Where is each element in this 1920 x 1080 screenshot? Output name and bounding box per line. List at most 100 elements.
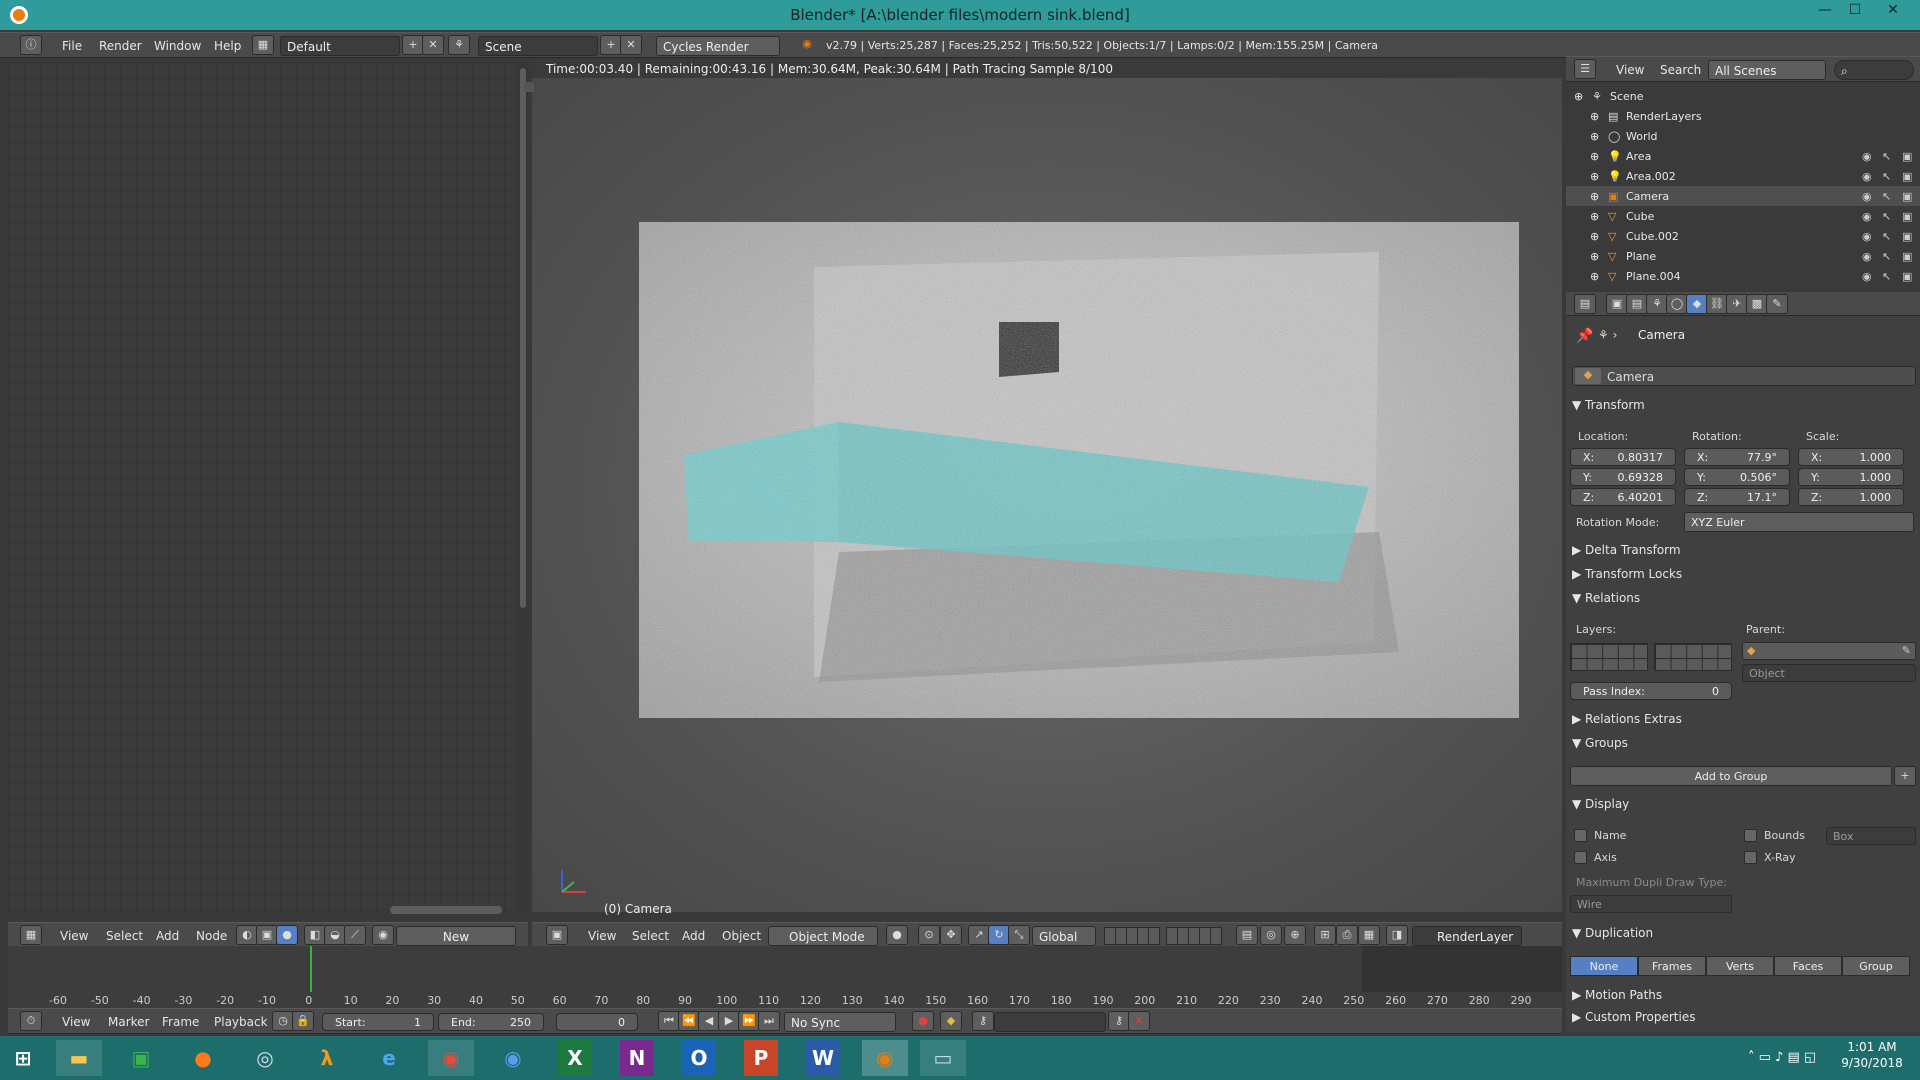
- expand-icon[interactable]: ⊕: [1590, 250, 1599, 263]
- editor-type-icon[interactable]: ⓘ: [20, 35, 42, 55]
- select-arrow-icon[interactable]: ↖: [1882, 270, 1891, 283]
- translate-manip-icon[interactable]: ↗: [968, 925, 990, 945]
- keying-icon[interactable]: ◆: [940, 1011, 962, 1031]
- node-editor-scrollbar[interactable]: [520, 68, 526, 608]
- select-arrow-icon[interactable]: ↖: [1882, 150, 1891, 163]
- add-layout-icon[interactable]: +: [402, 35, 424, 55]
- snap-icon[interactable]: ⊕: [1284, 925, 1306, 945]
- rotation-mode-select[interactable]: XYZ Euler: [1684, 512, 1914, 532]
- add-scene-icon[interactable]: +: [600, 35, 622, 55]
- rotation-field[interactable]: Z: 17.1°: [1684, 488, 1790, 506]
- remove-layout-icon[interactable]: ✕: [422, 35, 444, 55]
- jump-end-icon[interactable]: ⏭: [758, 1011, 780, 1031]
- play-icon[interactable]: ▶: [718, 1011, 740, 1031]
- play-reverse-icon[interactable]: ◀: [698, 1011, 720, 1031]
- duplication-panel-header[interactable]: ▼ Duplication: [1572, 926, 1653, 940]
- display-bounds-checkbox[interactable]: [1744, 829, 1757, 842]
- jump-keyframe-forward-icon[interactable]: ⏩: [738, 1011, 760, 1031]
- select-arrow-icon[interactable]: ↖: [1882, 210, 1891, 223]
- expand-icon[interactable]: ⊕: [1590, 230, 1599, 243]
- pass-index-field[interactable]: Pass Index: 0: [1570, 682, 1732, 700]
- close-button[interactable]: ✕: [1880, 2, 1906, 26]
- layout-select[interactable]: Default: [280, 36, 400, 56]
- object-shader-icon[interactable]: ◧: [304, 925, 326, 945]
- render-camera-icon[interactable]: ▣: [1902, 150, 1912, 163]
- jump-start-icon[interactable]: ⏮: [658, 1011, 680, 1031]
- object-layers-grid-b[interactable]: [1654, 643, 1732, 671]
- new-material-button[interactable]: New: [396, 926, 516, 946]
- add-to-group-button[interactable]: Add to Group: [1570, 766, 1892, 786]
- vp-menu-add[interactable]: Add: [682, 929, 705, 943]
- sync-mode-select[interactable]: No Sync: [784, 1012, 896, 1032]
- outliner-item[interactable]: ⊕ 💡 Area.002 ◉ ↖ ▣: [1566, 166, 1920, 186]
- select-arrow-icon[interactable]: ↖: [1882, 250, 1891, 263]
- duplication-option-button[interactable]: None: [1570, 956, 1638, 976]
- tl-menu-playback[interactable]: Playback: [214, 1015, 268, 1029]
- layers-tab-icon[interactable]: ▤: [1626, 294, 1648, 314]
- chrome-canary-icon[interactable]: ◉: [490, 1040, 536, 1076]
- relations-extras-panel[interactable]: ▶ Relations Extras: [1572, 712, 1682, 726]
- window-app-icon[interactable]: ▭: [920, 1040, 966, 1076]
- node-menu-add[interactable]: Add: [156, 929, 179, 943]
- render-layer-select[interactable]: RenderLayer: [1412, 926, 1522, 946]
- texture-type-icon[interactable]: ▣: [256, 925, 278, 945]
- pivot-point-icon[interactable]: ⊙: [918, 925, 940, 945]
- render-camera-icon[interactable]: ▣: [1902, 250, 1912, 263]
- node-editor[interactable]: [8, 62, 514, 912]
- expand-icon[interactable]: ⊕: [1590, 190, 1599, 203]
- render-pass-icon[interactable]: ◨: [1386, 925, 1408, 945]
- scene-tab-icon[interactable]: ⚘: [1646, 294, 1668, 314]
- opengl-anim-icon[interactable]: ▦: [1358, 925, 1380, 945]
- data-tab-icon[interactable]: ✈: [1726, 294, 1748, 314]
- scene-icon[interactable]: ⚘: [448, 35, 470, 55]
- render-camera-icon[interactable]: ▣: [1902, 190, 1912, 203]
- object-layers-grid-a[interactable]: [1570, 643, 1648, 671]
- expand-icon[interactable]: ⊕: [1590, 210, 1599, 223]
- outliner-item[interactable]: ⊕ ▽ Plane.004 ◉ ↖ ▣: [1566, 266, 1920, 286]
- vp-menu-object[interactable]: Object: [722, 929, 761, 943]
- outliner-item[interactable]: ⊕ ▽ Cube.002 ◉ ↖ ▣: [1566, 226, 1920, 246]
- end-frame-field[interactable]: End: 250: [438, 1013, 544, 1031]
- render-engine-select[interactable]: Cycles Render: [656, 36, 780, 56]
- preview-range-icon[interactable]: ◷: [272, 1011, 294, 1031]
- render-camera-icon[interactable]: ▣: [1902, 170, 1912, 183]
- scene-layers-b[interactable]: [1166, 927, 1222, 945]
- insert-keyframe-icon[interactable]: ⚷: [1108, 1011, 1130, 1031]
- visibility-eye-icon[interactable]: ◉: [1862, 230, 1872, 243]
- file-explorer-icon[interactable]: ▬: [56, 1040, 102, 1076]
- jump-keyframe-back-icon[interactable]: ⏪: [678, 1011, 700, 1031]
- chrome-icon[interactable]: ◉: [428, 1040, 474, 1076]
- blender-taskbar-icon[interactable]: ◉: [862, 1040, 908, 1076]
- menu-window[interactable]: Window: [154, 39, 201, 53]
- viewport-shading-icon[interactable]: ●: [886, 925, 908, 945]
- object-name-field[interactable]: ◆ Camera: [1572, 366, 1916, 386]
- firefox-icon[interactable]: ●: [180, 1040, 226, 1076]
- visibility-eye-icon[interactable]: ◉: [1862, 270, 1872, 283]
- timeline[interactable]: -60 -50 -40 -30 -20 -10 0 10 20 30 40 50 60 70 80 90 100…: [8, 946, 1562, 1010]
- visibility-eye-icon[interactable]: ◉: [1862, 170, 1872, 183]
- tl-menu-marker[interactable]: Marker: [108, 1015, 149, 1029]
- expand-icon[interactable]: ⊕: [1590, 110, 1599, 123]
- groups-panel-header[interactable]: ▼ Groups: [1572, 736, 1628, 750]
- duplication-option-button[interactable]: Group: [1842, 956, 1910, 976]
- tray-icons[interactable]: ˄ ▭ ♪ ▤ ◱: [1748, 1050, 1816, 1065]
- expand-icon[interactable]: ⊕: [1590, 130, 1599, 143]
- world-tab-icon[interactable]: ◯: [1666, 294, 1688, 314]
- layout-icon[interactable]: ▦: [252, 35, 274, 55]
- start-icon[interactable]: ⊞: [0, 1040, 46, 1076]
- minimize-button[interactable]: —: [1812, 2, 1838, 26]
- browse-material-icon[interactable]: ◉: [372, 925, 394, 945]
- shader-type-icon[interactable]: ◐: [236, 925, 258, 945]
- lock-range-icon[interactable]: 🔒: [292, 1011, 314, 1031]
- expand-icon[interactable]: ⊕: [1574, 90, 1583, 103]
- select-arrow-icon[interactable]: ↖: [1882, 190, 1891, 203]
- duplication-option-button[interactable]: Frames: [1638, 956, 1706, 976]
- relations-panel-header[interactable]: ▼ Relations: [1572, 591, 1640, 605]
- render-camera-icon[interactable]: ▣: [1902, 230, 1912, 243]
- menu-file[interactable]: File: [62, 39, 82, 53]
- outliner-item[interactable]: ⊕ 💡 Area ◉ ↖ ▣: [1566, 146, 1920, 166]
- node-menu-view[interactable]: View: [60, 929, 88, 943]
- excel-icon[interactable]: X: [558, 1040, 592, 1076]
- eyedropper-icon[interactable]: ✎: [1902, 644, 1911, 657]
- viewport-type-icon[interactable]: ▣: [546, 925, 568, 945]
